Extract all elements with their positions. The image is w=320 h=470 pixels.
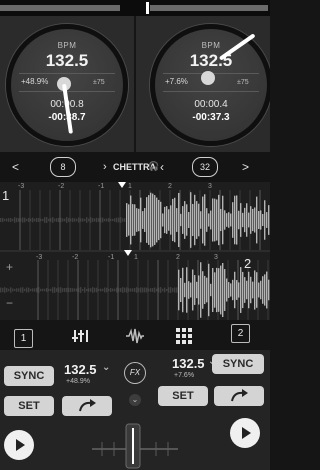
tab-deck2[interactable]: 2	[231, 324, 250, 343]
jump-arrow-icon	[79, 399, 96, 412]
deck2-sync-button[interactable]: SYNC	[212, 354, 264, 374]
deck1-bpm: 132.5	[45, 51, 89, 70]
track-nav-bar: < 8 › CHETTRA 🎧 ‹ 32 >	[0, 152, 270, 182]
next-track-arrow[interactable]: >	[242, 160, 249, 174]
deck2-control-pitch: +7.6%	[174, 372, 195, 379]
zoom-out-button[interactable]: −	[6, 296, 13, 310]
deck2-jump-button[interactable]	[214, 386, 264, 406]
deck1-waveform-label: 1	[2, 188, 10, 203]
deck1-panel: BPM 132.5 +48.9% ±75 00:00.8 -00:38.7	[0, 16, 134, 152]
deck2-beat-marker: -3	[36, 254, 43, 261]
deck1-jump-button[interactable]	[62, 396, 112, 416]
deck1-platter[interactable]: BPM 132.5 +48.9% ±75 00:00.8 -00:38.7	[6, 24, 128, 146]
deck2-bpm: 132.5	[189, 51, 233, 70]
deck1-bpm-dropdown-icon[interactable]: ⌄	[102, 362, 110, 373]
grid-icon[interactable]	[176, 328, 192, 344]
deck1-sync-button[interactable]: SYNC	[4, 366, 54, 386]
deck2-panel: BPM 132.5 +7.6% ±75 00:00.4 -00:37.3	[136, 16, 270, 152]
deck2-range: ±75	[237, 79, 249, 86]
overview-waveform	[0, 2, 268, 14]
deck2-beat-marker: -1	[108, 254, 115, 261]
deck2-waveform-label: 2	[244, 256, 252, 271]
deck1-control-pitch: +48.9%	[66, 378, 90, 385]
expand-chevron-icon[interactable]: ⌄	[129, 394, 141, 406]
deck2-beat-marker: 3	[214, 254, 218, 261]
play-icon	[242, 427, 251, 439]
deck2-bpm-caption: BPM	[201, 41, 221, 50]
deck1-beat-marker: 1	[128, 183, 132, 190]
deck1-beat-marker: -3	[18, 183, 25, 190]
deck2-play-button[interactable]	[230, 418, 260, 448]
fx-button[interactable]: FX	[124, 362, 146, 384]
deck1-beat-marker: 3	[208, 183, 212, 190]
deck2-loop-size[interactable]: 32	[192, 157, 218, 177]
play-icon	[16, 439, 25, 451]
deck2-platter-hub	[201, 71, 215, 85]
deck1-beat-marker: -2	[58, 183, 65, 190]
waveform-area[interactable]: -3 -2 -1 1 2 3 -3 -2 -1 1 2 3 1 2 + −	[0, 182, 270, 320]
track-overview-strip[interactable]	[0, 0, 270, 16]
track-title-arrow-right: ›	[103, 161, 107, 173]
deck2-beat-marker: 1	[134, 254, 138, 261]
zoom-in-button[interactable]: +	[6, 260, 13, 274]
view-tab-bar: 1 2	[0, 320, 270, 350]
jump-arrow-icon	[231, 389, 248, 402]
deck1-set-cue-button[interactable]: SET	[4, 396, 54, 416]
prev-track-arrow[interactable]: <	[12, 160, 19, 174]
deck1-beat-marker: -1	[98, 183, 105, 190]
deck2-platter[interactable]: BPM 132.5 +7.6% ±75 00:00.4 -00:37.3	[150, 24, 270, 146]
track-title-arrow-left: ‹	[160, 160, 164, 174]
deck1-control-bpm[interactable]: 132.5	[64, 362, 97, 377]
mixer-icon[interactable]	[72, 328, 90, 344]
deck2-elapsed-time: 00:00.4	[194, 99, 228, 110]
deck1-divider	[19, 73, 115, 74]
deck2-beat-marker: -2	[72, 254, 79, 261]
deck2-remaining-time: -00:37.3	[192, 112, 230, 123]
waveform-graphic	[0, 182, 270, 320]
deck1-beat-marker: 2	[168, 183, 172, 190]
deck2-set-cue-button[interactable]: SET	[158, 386, 208, 406]
deck1-bpm-caption: BPM	[57, 41, 77, 50]
deck1-play-button[interactable]	[4, 430, 34, 460]
crossfader[interactable]	[92, 420, 178, 470]
deck2-beat-marker: 2	[176, 254, 180, 261]
deck2-pitch: +7.6%	[165, 77, 188, 86]
deck1-range: ±75	[93, 79, 105, 86]
deck1-pitch: +48.9%	[21, 77, 49, 86]
deck-controls: SYNC 132.5 ⌄ +48.9% SET FX ⌄ 132.5 ⌄ +7.…	[0, 350, 270, 470]
waveform-icon[interactable]	[126, 328, 144, 344]
headphones-icon[interactable]: 🎧	[148, 161, 159, 172]
deck2-control-bpm[interactable]: 132.5	[172, 356, 205, 371]
tab-deck1[interactable]: 1	[14, 329, 33, 348]
deck2-divider-2	[163, 91, 259, 92]
deck1-loop-size[interactable]: 8	[50, 157, 76, 177]
